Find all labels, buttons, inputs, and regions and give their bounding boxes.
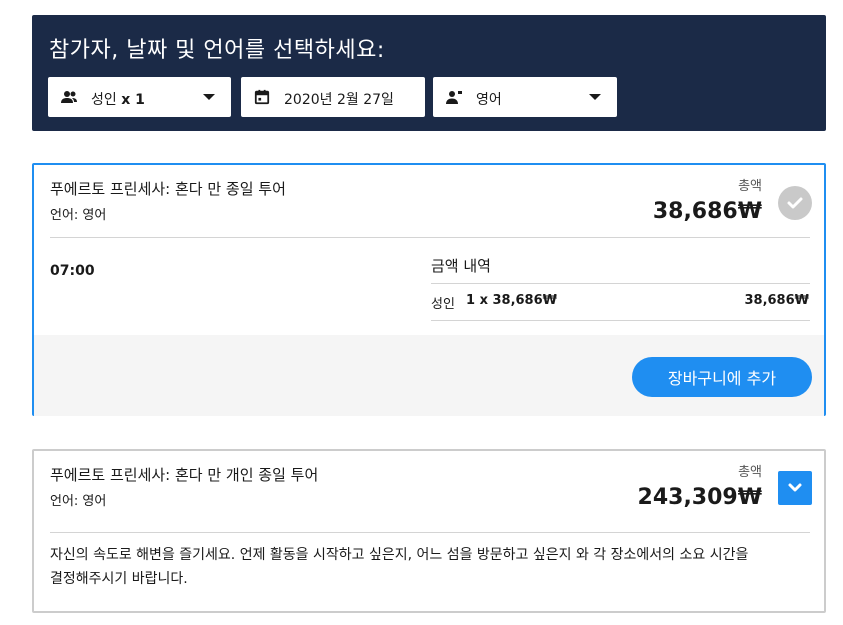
- breakdown-quantity: 1 x 38,686₩: [466, 293, 557, 308]
- booking-header: 참가자, 날짜 및 언어를 선택하세요: 성인 x 1 2020년 2월 27일: [32, 15, 826, 131]
- tour-description: 자신의 속도로 해변을 즐기세요. 언제 활동을 시작하고 싶은지, 어느 섬을…: [50, 547, 749, 587]
- tour-language: 언어: 영어: [50, 208, 107, 223]
- tour-option-card[interactable]: 푸에르토 프린세사: 혼다 만 개인 종일 투어 언어: 영어 총액 243,3…: [32, 449, 826, 613]
- participants-count: x 1: [121, 92, 145, 108]
- total-price: 38,686₩: [652, 199, 762, 224]
- tour-title: 푸에르토 프린세사: 혼다 만 개인 종일 투어: [50, 466, 319, 484]
- add-to-cart-button[interactable]: 장바구니에 추가: [632, 357, 812, 397]
- tour-title: 푸에르토 프린세사: 혼다 만 종일 투어: [50, 180, 286, 198]
- check-icon: [778, 186, 812, 220]
- participants-select[interactable]: 성인 x 1: [48, 77, 231, 117]
- chevron-down-icon: [589, 94, 601, 100]
- divider: [431, 320, 810, 321]
- page-title: 참가자, 날짜 및 언어를 선택하세요:: [49, 38, 385, 63]
- total-label: 총액: [738, 179, 762, 194]
- price-breakdown-title: 금액 내역: [431, 257, 491, 275]
- date-select[interactable]: 2020년 2월 27일: [241, 77, 425, 117]
- date-value: 2020년 2월 27일: [284, 92, 394, 108]
- breakdown-sum: 38,686₩: [744, 293, 809, 308]
- chevron-down-icon: [788, 483, 802, 492]
- tour-option-card[interactable]: 푸에르토 프린세사: 혼다 만 종일 투어 언어: 영어 총액 38,686₩ …: [32, 163, 826, 416]
- calendar-icon: [254, 89, 270, 105]
- participants-label: 성인: [91, 92, 117, 108]
- card-footer: 장바구니에 추가: [34, 335, 824, 416]
- total-price: 243,309₩: [637, 485, 762, 510]
- tour-language: 언어: 영어: [50, 494, 107, 509]
- divider: [50, 237, 810, 238]
- chevron-down-icon: [203, 94, 215, 100]
- divider: [431, 283, 810, 284]
- start-time[interactable]: 07:00: [50, 263, 95, 279]
- divider: [50, 532, 810, 533]
- language-icon: [446, 91, 462, 104]
- expand-button[interactable]: [778, 471, 812, 505]
- users-icon: [61, 91, 77, 103]
- total-label: 총액: [738, 465, 762, 480]
- language-value: 영어: [476, 92, 502, 108]
- breakdown-label: 성인: [431, 297, 455, 312]
- language-select[interactable]: 영어: [433, 77, 617, 117]
